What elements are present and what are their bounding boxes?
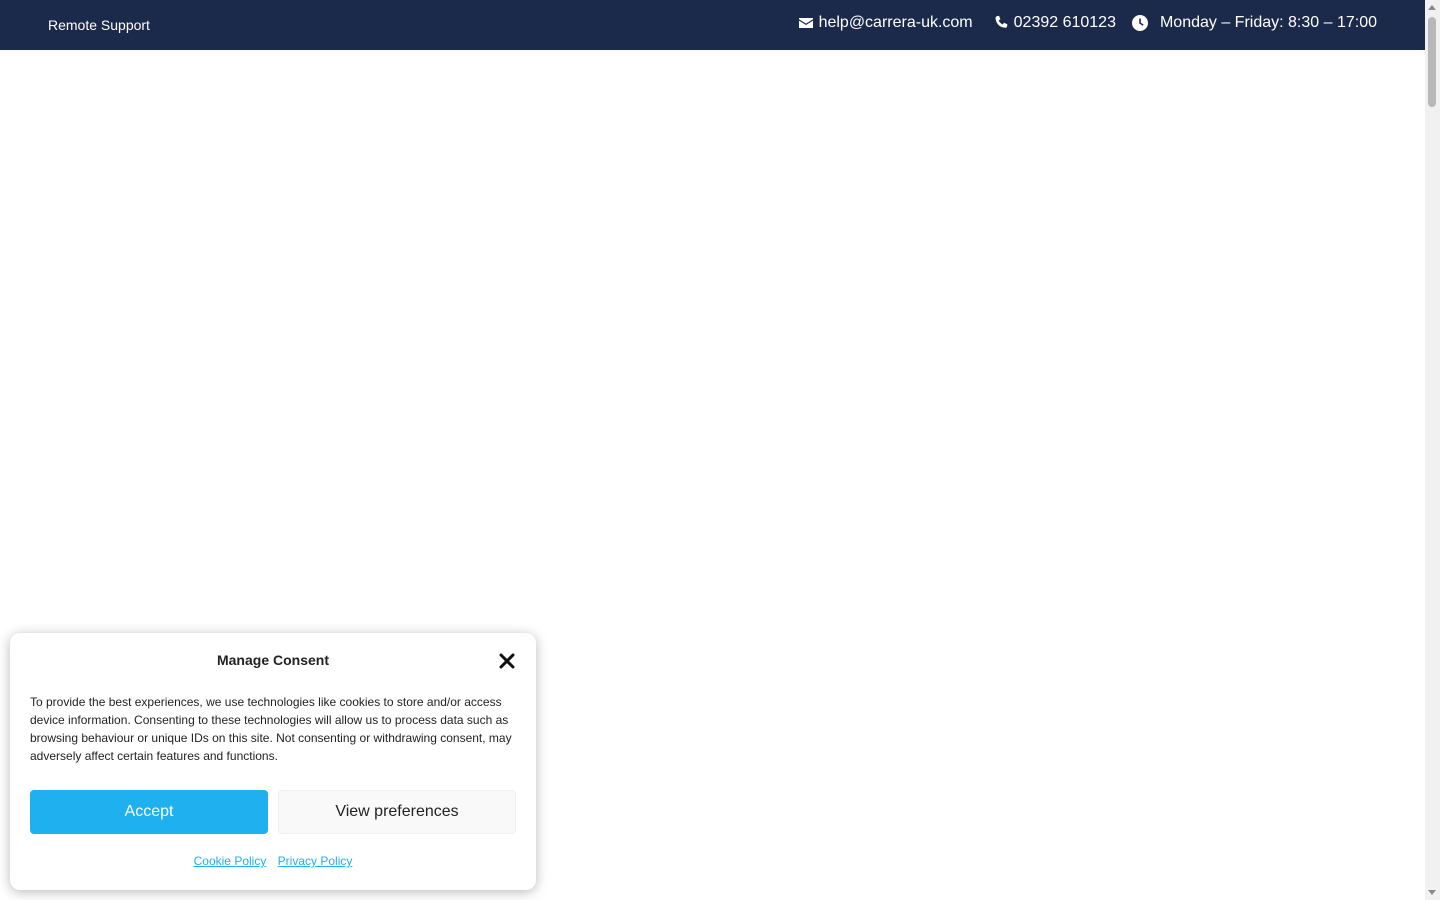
envelope-icon: [798, 15, 814, 31]
close-icon: [499, 653, 515, 669]
scroll-up-arrow-icon[interactable]: [1428, 5, 1436, 10]
phone-icon: [993, 15, 1009, 31]
consent-title: Manage Consent: [216, 652, 329, 668]
remote-support-link[interactable]: Remote Support: [48, 17, 150, 33]
email-text: help@carrera-uk.com: [818, 14, 973, 31]
policy-links: Cookie Policy Privacy Policy: [10, 854, 536, 868]
phone-link[interactable]: 02392 610123: [993, 14, 1116, 32]
email-link[interactable]: help@carrera-uk.com: [798, 14, 973, 32]
privacy-policy-link[interactable]: Privacy Policy: [278, 854, 353, 868]
cookie-consent-dialog: Manage Consent To provide the best exper…: [10, 633, 536, 890]
scroll-down-arrow-icon[interactable]: [1428, 890, 1436, 895]
close-consent-button[interactable]: [498, 652, 516, 670]
top-contact-bar: Remote Support help@carrera-uk.com 02392…: [0, 0, 1425, 50]
hours-text: Monday – Friday: 8:30 – 17:00: [1159, 14, 1377, 31]
clock-icon: [1131, 15, 1148, 31]
accept-button[interactable]: Accept: [30, 790, 268, 834]
scroll-thumb[interactable]: [1428, 17, 1436, 107]
contact-info: help@carrera-uk.com 02392 610123 Monday …: [778, 14, 1377, 32]
view-preferences-button[interactable]: View preferences: [278, 790, 516, 834]
phone-text: 02392 610123: [1013, 14, 1116, 31]
page-scrollbar[interactable]: [1425, 0, 1440, 900]
cookie-policy-link[interactable]: Cookie Policy: [194, 854, 267, 868]
consent-description: To provide the best experiences, we use …: [30, 695, 512, 763]
opening-hours: Monday – Friday: 8:30 – 17:00: [1131, 14, 1377, 32]
